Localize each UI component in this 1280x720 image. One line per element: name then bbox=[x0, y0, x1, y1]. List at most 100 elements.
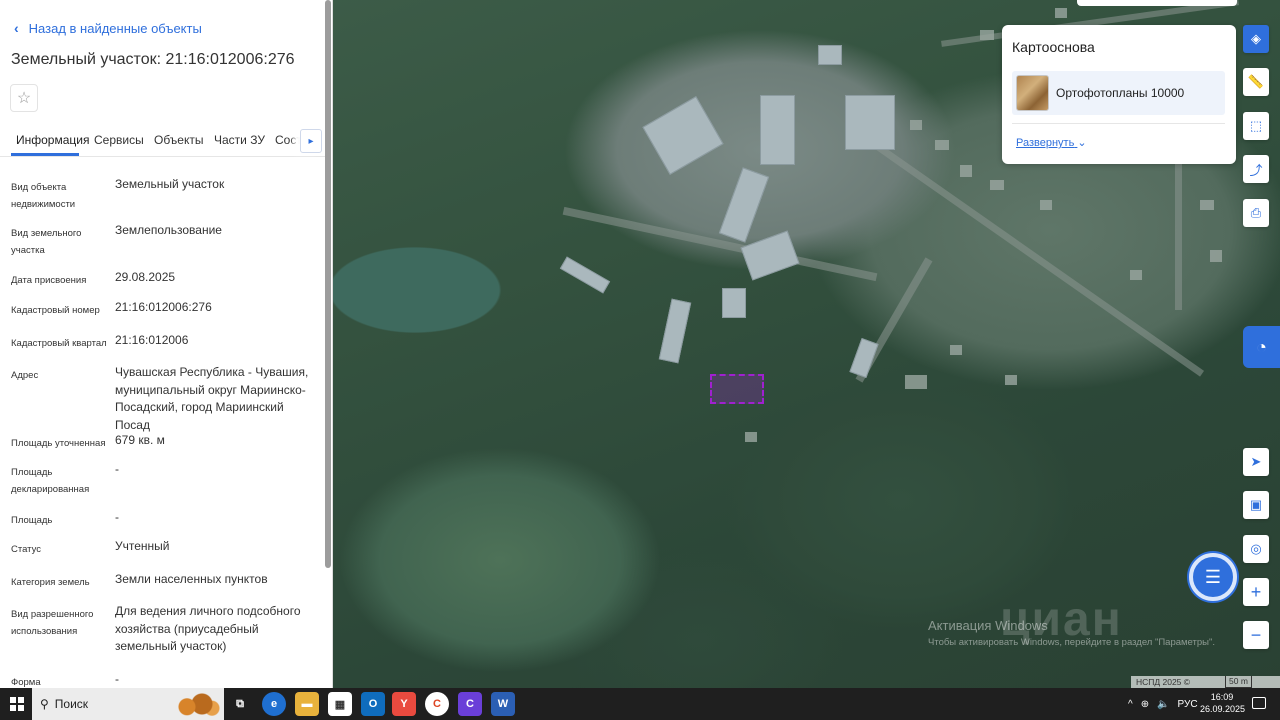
property-value: - bbox=[115, 462, 119, 476]
chat-button[interactable]: ☰ bbox=[1189, 553, 1237, 601]
map-building bbox=[760, 95, 795, 165]
print-icon[interactable]: ⎙ bbox=[1243, 199, 1269, 227]
layers-tool-icon[interactable]: ◈ bbox=[1243, 25, 1269, 53]
messenger-icon[interactable]: C bbox=[458, 692, 482, 716]
map-building bbox=[718, 167, 770, 243]
watermark-line2: Чтобы активировать Windows, перейдите в … bbox=[928, 637, 1215, 648]
location-pin-icon[interactable]: ◎ bbox=[1243, 535, 1269, 563]
clock-date: 26.09.2025 bbox=[1200, 704, 1246, 714]
property-label: Адрес bbox=[11, 370, 39, 381]
property-value: 21:16:012006:276 bbox=[115, 300, 212, 314]
chevron-up-icon[interactable]: ^ bbox=[1128, 699, 1133, 710]
property-value: Земельный участок bbox=[115, 177, 225, 191]
tab-objects[interactable]: Объекты bbox=[154, 133, 204, 147]
side-panel-button[interactable]: ◔ bbox=[1243, 326, 1280, 368]
property-label: Вид земельного участка bbox=[11, 228, 82, 256]
back-label: Назад в найденные объекты bbox=[28, 20, 202, 36]
zoom-out-icon[interactable]: − bbox=[1243, 621, 1269, 649]
property-label: Вид объекта недвижимости bbox=[11, 182, 76, 210]
map-road bbox=[1175, 160, 1182, 310]
object-info-panel: ‹ Назад в найденные объекты Земельный уч… bbox=[0, 0, 333, 688]
language-indicator[interactable]: РУС bbox=[1178, 699, 1198, 710]
tab-services[interactable]: Сервисы bbox=[94, 133, 144, 147]
property-label: Площадь bbox=[11, 515, 53, 526]
volume-icon[interactable]: 🔈 bbox=[1157, 699, 1169, 710]
ruler-icon[interactable]: 📏 bbox=[1243, 68, 1269, 96]
map-house bbox=[910, 120, 922, 130]
clock[interactable]: 16:09 26.09.2025 bbox=[1200, 691, 1246, 715]
property-value: Учтенный bbox=[115, 539, 170, 553]
map-house bbox=[1055, 8, 1067, 18]
panel-scrollbar[interactable] bbox=[325, 0, 331, 568]
network-icon[interactable]: ⊕ bbox=[1141, 699, 1149, 710]
chat-icon: ☰ bbox=[1204, 566, 1222, 587]
map-house bbox=[990, 180, 1004, 190]
geolocation-icon[interactable]: ➤ bbox=[1243, 448, 1269, 476]
edge-icon[interactable]: e bbox=[262, 692, 286, 716]
task-view-icon[interactable]: ⧉ bbox=[228, 692, 252, 716]
property-label: Кадастровый номер bbox=[11, 305, 100, 316]
property-label: Кадастровый квартал bbox=[11, 338, 107, 349]
property-value: 29.08.2025 bbox=[115, 270, 176, 284]
expand-link[interactable]: Развернуть ⌄ bbox=[1016, 136, 1087, 149]
property-label: Вид разрешенного использования bbox=[11, 609, 94, 637]
property-value: - bbox=[115, 672, 119, 686]
chrome-like-icon[interactable]: C bbox=[425, 692, 449, 716]
watermark-line1: Активация Windows bbox=[928, 618, 1048, 633]
system-tray: ^ ⊕ 🔈 РУС bbox=[1128, 688, 1198, 720]
active-tab-indicator bbox=[11, 153, 79, 156]
map-house bbox=[905, 375, 927, 389]
search-label: Поиск bbox=[54, 697, 89, 711]
map-scale: 50 m bbox=[1225, 676, 1252, 688]
minimap-icon[interactable]: ▣ bbox=[1243, 491, 1269, 519]
search-highlight-image bbox=[172, 690, 222, 718]
map-house bbox=[1040, 200, 1052, 210]
map-building bbox=[740, 230, 800, 281]
back-link[interactable]: ‹ Назад в найденные объекты bbox=[14, 20, 202, 36]
map-building bbox=[845, 95, 895, 150]
property-label: Дата присвоения bbox=[11, 275, 87, 286]
tab-parts[interactable]: Части ЗУ bbox=[214, 133, 265, 147]
windows-start-icon[interactable] bbox=[10, 697, 24, 711]
map-building bbox=[818, 45, 842, 65]
map-house bbox=[1210, 250, 1222, 262]
map-house bbox=[1005, 375, 1017, 385]
map-house bbox=[935, 140, 949, 150]
store-icon[interactable]: ▦ bbox=[328, 692, 352, 716]
property-label: Площадь декларированная bbox=[11, 467, 90, 495]
explorer-icon[interactable]: ▬ bbox=[295, 692, 319, 716]
property-value: Земли населенных пунктов bbox=[115, 572, 268, 586]
tabs-bar: Информация Сервисы Объекты Части ЗУ Сост… bbox=[0, 124, 325, 157]
map-building bbox=[642, 96, 724, 175]
selected-parcel-outline[interactable] bbox=[710, 374, 764, 404]
share-icon[interactable]: ⤴ bbox=[1243, 155, 1269, 183]
basemap-layer-thumbnail bbox=[1016, 75, 1049, 111]
property-value: Землепользование bbox=[115, 223, 222, 237]
taskbar-search[interactable]: ⚲ Поиск bbox=[32, 688, 224, 720]
map-house bbox=[1200, 200, 1214, 210]
tabs-scroll-right-icon[interactable]: ▸ bbox=[300, 129, 322, 153]
property-value: 679 кв. м bbox=[115, 433, 165, 447]
outlook-icon[interactable]: O bbox=[361, 692, 385, 716]
search-bar-edge bbox=[1077, 0, 1237, 6]
basemap-layer-item[interactable]: Ортофотопланы 10000 bbox=[1012, 71, 1225, 115]
area-select-icon[interactable]: ⬚ bbox=[1243, 112, 1269, 140]
basemap-panel: Картооснова Ортофотопланы 10000 Разверну… bbox=[1002, 25, 1236, 164]
property-value: - bbox=[115, 510, 119, 524]
map-attribution: НСПД 2025 © bbox=[1131, 676, 1280, 688]
word-icon[interactable]: W bbox=[491, 692, 515, 716]
yandex-browser-icon[interactable]: Y bbox=[392, 692, 416, 716]
taskbar: ⚲ Поиск ⧉ e ▬ ▦ O Y C C W ^ ⊕ 🔈 РУС 16:0… bbox=[0, 688, 1280, 720]
notification-icon[interactable] bbox=[1252, 697, 1266, 709]
favorite-star-icon[interactable]: ☆ bbox=[10, 84, 38, 112]
property-label: Форма собственности bbox=[11, 677, 41, 688]
property-label: Категория земель bbox=[11, 577, 90, 588]
chevron-left-icon: ‹ bbox=[14, 20, 19, 36]
basemap-title: Картооснова bbox=[1012, 39, 1095, 55]
zoom-in-icon[interactable]: + bbox=[1243, 578, 1269, 606]
chevron-down-icon: ⌄ bbox=[1077, 137, 1087, 149]
app-window: Картооснова Ортофотопланы 10000 Разверну… bbox=[0, 0, 1280, 720]
tab-info[interactable]: Информация bbox=[16, 133, 89, 147]
property-value: Чувашская Республика - Чувашия, муниципа… bbox=[115, 365, 309, 432]
property-label: Статус bbox=[11, 544, 42, 555]
